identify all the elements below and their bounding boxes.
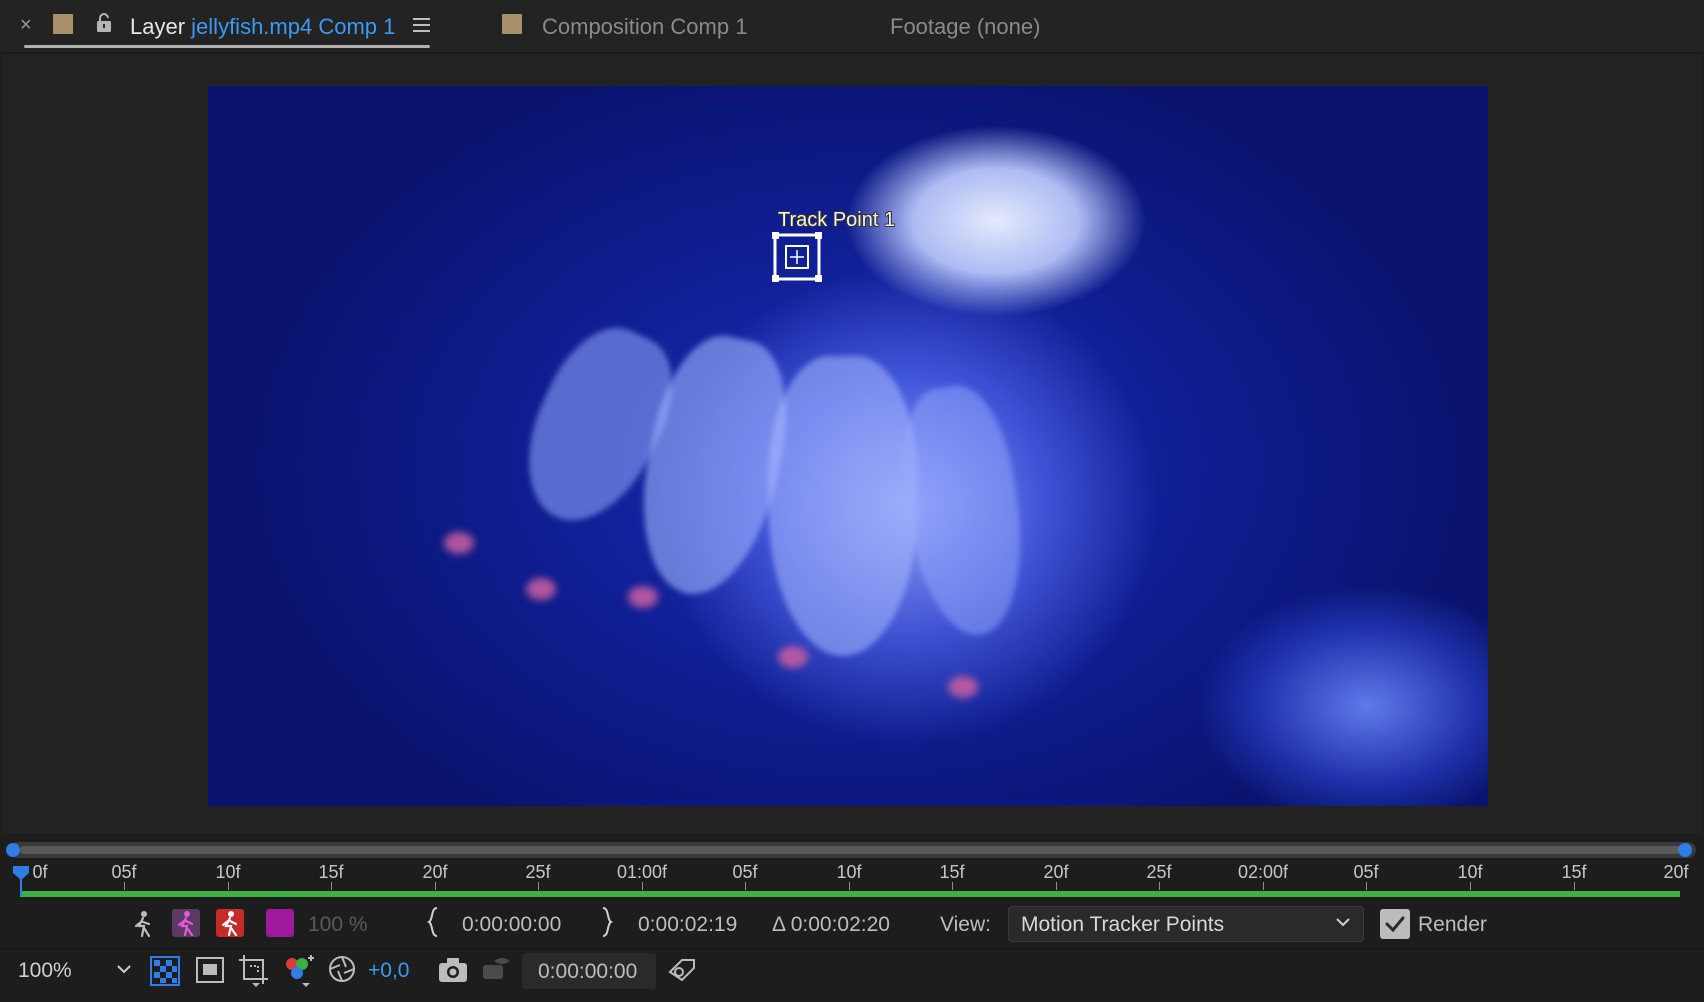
overlay-edit-button[interactable] <box>216 909 244 937</box>
checkmark-icon <box>1385 916 1405 933</box>
ruler-label: 05f <box>732 862 758 882</box>
ruler-label: 15f <box>318 862 344 882</box>
ruler-tick <box>1159 882 1160 890</box>
tab-footage[interactable]: Footage (none) <box>890 14 1040 40</box>
ruler-tick <box>745 882 746 890</box>
ruler-label: 05f <box>1353 862 1379 882</box>
tentacle-tip <box>778 646 808 668</box>
camera-icon[interactable] <box>438 957 468 983</box>
transparency-grid-icon[interactable] <box>150 956 180 986</box>
runner-red-icon <box>221 911 238 937</box>
in-point-bracket-icon[interactable] <box>426 906 440 938</box>
tentacle-tip <box>628 586 658 608</box>
ruler-label: 15f <box>1561 862 1587 882</box>
video-frame[interactable]: Track Point 1 <box>208 86 1488 806</box>
composition-color-swatch <box>502 14 522 34</box>
trim-comp-button[interactable] <box>172 909 200 937</box>
ruler-tick <box>849 882 850 890</box>
region-of-interest-icon[interactable] <box>238 954 270 988</box>
ruler-tick <box>1574 882 1575 890</box>
ruler-tick <box>1366 882 1367 890</box>
runner-pink-icon <box>177 911 194 937</box>
track-point-handle[interactable] <box>772 232 822 282</box>
tentacle-tip <box>948 676 978 698</box>
current-time-value: 0:00:00:00 <box>538 960 638 983</box>
ruler-label: 01:00f <box>616 862 668 882</box>
ruler-label: 10f <box>1457 862 1483 882</box>
ruler-label: 20f <box>1663 862 1689 882</box>
ruler-tick <box>435 882 436 890</box>
ruler-tick <box>331 882 332 890</box>
show-snapshot-icon[interactable] <box>482 955 512 983</box>
color-swatch-button[interactable] <box>266 909 294 937</box>
layer-label-color-swatch <box>53 14 73 34</box>
lock-icon[interactable] <box>94 12 114 34</box>
ruler-tick <box>538 882 539 890</box>
view-label: View: <box>940 913 991 936</box>
ruler-label: 20f <box>422 862 448 882</box>
close-tab-icon[interactable]: × <box>20 14 32 37</box>
ruler-label: 20f <box>1043 862 1069 882</box>
render-label: Render <box>1418 913 1487 936</box>
tab-layer-prefix: Layer <box>130 14 186 39</box>
work-area-end-handle[interactable] <box>1678 843 1692 857</box>
chevron-down-icon <box>117 965 131 974</box>
set-in-point-icon[interactable] <box>130 910 156 938</box>
opacity-value[interactable]: 100 % <box>308 913 368 937</box>
in-time-value[interactable]: 0:00:00:00 <box>462 913 561 937</box>
duration-value: Δ 0:00:02:20 <box>772 913 890 936</box>
ruler-tick <box>642 882 643 890</box>
work-area-range[interactable] <box>20 846 1680 854</box>
tab-layer[interactable]: Layer jellyfish.mp4 Comp 1 <box>130 14 395 40</box>
jellyfish-tentacle <box>891 379 1035 643</box>
exposure-value[interactable]: +0,0 <box>368 959 409 983</box>
panel-menu-icon[interactable] <box>412 17 432 33</box>
jellyfish-tentacle <box>768 356 918 656</box>
ruler-label: 05f <box>111 862 137 882</box>
ruler-label: 0f <box>32 862 48 882</box>
active-tab-indicator <box>24 45 430 48</box>
ruler-label: 25f <box>525 862 551 882</box>
tab-composition[interactable]: Composition Comp 1 <box>542 14 747 40</box>
divider <box>0 948 1704 950</box>
work-area-start-handle[interactable] <box>6 843 20 857</box>
layer-duration-bar[interactable] <box>20 891 1680 897</box>
playhead-icon[interactable] <box>13 866 29 880</box>
out-point-bracket-icon[interactable] <box>600 906 614 938</box>
ruler-tick <box>952 882 953 890</box>
ruler-label: 02:00f <box>1237 862 1289 882</box>
ruler-tick <box>228 882 229 890</box>
render-checkbox[interactable] <box>1380 909 1410 939</box>
ruler-label: 15f <box>939 862 965 882</box>
shutter-icon[interactable] <box>328 955 356 983</box>
ruler-tick <box>1263 882 1264 890</box>
ruler-label: 25f <box>1146 862 1172 882</box>
mask-visibility-icon[interactable] <box>196 957 224 983</box>
channels-icon[interactable] <box>282 954 316 988</box>
time-ruler[interactable]: 0f 05f 10f 15f 20f 25f 01:00f 05f 10f 15… <box>0 862 1704 892</box>
ruler-tick <box>1056 882 1057 890</box>
current-time-field[interactable]: 0:00:00:00 <box>522 953 656 989</box>
ruler-label: 10f <box>215 862 241 882</box>
ruler-tick <box>1470 882 1471 890</box>
tab-layer-name[interactable]: jellyfish.mp4 Comp 1 <box>191 14 395 39</box>
view-dropdown[interactable]: Motion Tracker Points <box>1008 906 1364 942</box>
magnification-dropdown[interactable]: 100% <box>6 953 138 987</box>
reset-exposure-icon[interactable] <box>666 954 698 986</box>
tentacle-tip <box>526 578 556 600</box>
track-point-label: Track Point 1 <box>778 209 896 231</box>
tentacle-tip <box>444 532 474 554</box>
view-dropdown-value: Motion Tracker Points <box>1021 913 1225 936</box>
ruler-tick <box>124 882 125 890</box>
ruler-label: 10f <box>836 862 862 882</box>
chevron-down-icon <box>1336 918 1350 927</box>
zoom-value: 100% <box>18 959 72 982</box>
out-time-value[interactable]: 0:00:02:19 <box>638 913 737 937</box>
panel-tab-bar: × Layer jellyfish.mp4 Comp 1 Composition… <box>0 0 1704 52</box>
